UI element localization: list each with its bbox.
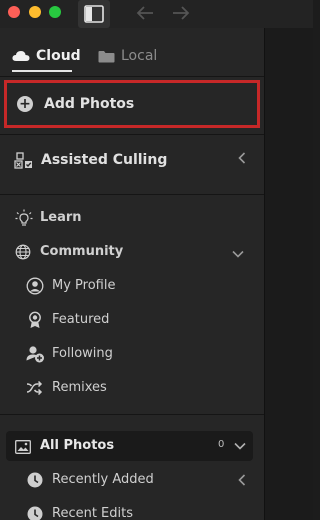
tab-local[interactable]: Local: [98, 42, 157, 70]
all-photos-count: 0: [218, 439, 225, 450]
plus-circle-icon: +: [17, 96, 33, 112]
divider: [0, 194, 264, 195]
tab-cloud[interactable]: Cloud: [12, 42, 81, 70]
remixes-label: Remixes: [52, 380, 107, 395]
chevron-down-icon[interactable]: [232, 247, 244, 261]
recently-added-item[interactable]: Recently Added: [0, 468, 264, 492]
assisted-culling-item[interactable]: Assisted Culling: [0, 142, 264, 180]
minimize-window-button[interactable]: [29, 6, 41, 18]
recent-edits-item[interactable]: Recent Edits: [0, 502, 264, 520]
recent-edits-label: Recent Edits: [52, 506, 134, 520]
add-photos-label: Add Photos: [44, 96, 135, 112]
chevron-down-icon[interactable]: [234, 436, 246, 460]
globe-icon: [15, 244, 31, 260]
remix-icon: [26, 380, 44, 396]
divider: [0, 134, 264, 135]
chevron-left-icon[interactable]: [238, 152, 246, 167]
forward-arrow-icon[interactable]: [171, 4, 191, 22]
sidebar: Cloud Local + Add Photos Assisted Cullin…: [0, 28, 264, 520]
clock-icon: [27, 472, 43, 488]
all-photos-item[interactable]: All Photos 0: [6, 431, 253, 461]
my-profile-item[interactable]: My Profile: [0, 274, 264, 298]
learn-label: Learn: [40, 210, 82, 225]
culling-icon: [14, 152, 34, 170]
chevron-left-icon[interactable]: [238, 474, 246, 489]
recently-added-label: Recently Added: [52, 472, 154, 487]
badge-icon: [27, 311, 43, 329]
zoom-window-button[interactable]: [49, 6, 61, 18]
photos-icon: [15, 439, 31, 458]
active-tab-indicator: [12, 70, 72, 72]
tab-cloud-label: Cloud: [36, 48, 81, 64]
community-label: Community: [40, 244, 124, 259]
profile-icon: [26, 277, 44, 295]
add-photos-button[interactable]: + Add Photos: [4, 80, 260, 128]
clock-icon: [27, 506, 43, 520]
remixes-item[interactable]: Remixes: [0, 376, 264, 400]
my-profile-label: My Profile: [52, 278, 116, 293]
add-person-icon: [26, 345, 45, 363]
sidebar-toggle-button[interactable]: [78, 0, 110, 28]
close-window-button[interactable]: [8, 6, 20, 18]
cloud-icon: [12, 51, 30, 61]
divider: [0, 414, 264, 415]
lightbulb-icon: [15, 209, 33, 227]
community-item[interactable]: Community: [0, 240, 264, 264]
divider: [0, 76, 264, 77]
following-label: Following: [52, 346, 113, 361]
window-titlebar: [0, 0, 313, 28]
learn-item[interactable]: Learn: [0, 206, 264, 230]
all-photos-label: All Photos: [40, 438, 115, 453]
following-item[interactable]: Following: [0, 342, 264, 366]
tab-local-label: Local: [121, 48, 158, 64]
featured-label: Featured: [52, 312, 110, 327]
main-content-pane: [264, 28, 313, 520]
sidebar-toggle-icon: [84, 5, 104, 23]
featured-item[interactable]: Featured: [0, 308, 264, 332]
back-arrow-icon[interactable]: [135, 4, 155, 22]
folder-icon: [98, 50, 115, 62]
assisted-culling-label: Assisted Culling: [41, 152, 168, 168]
